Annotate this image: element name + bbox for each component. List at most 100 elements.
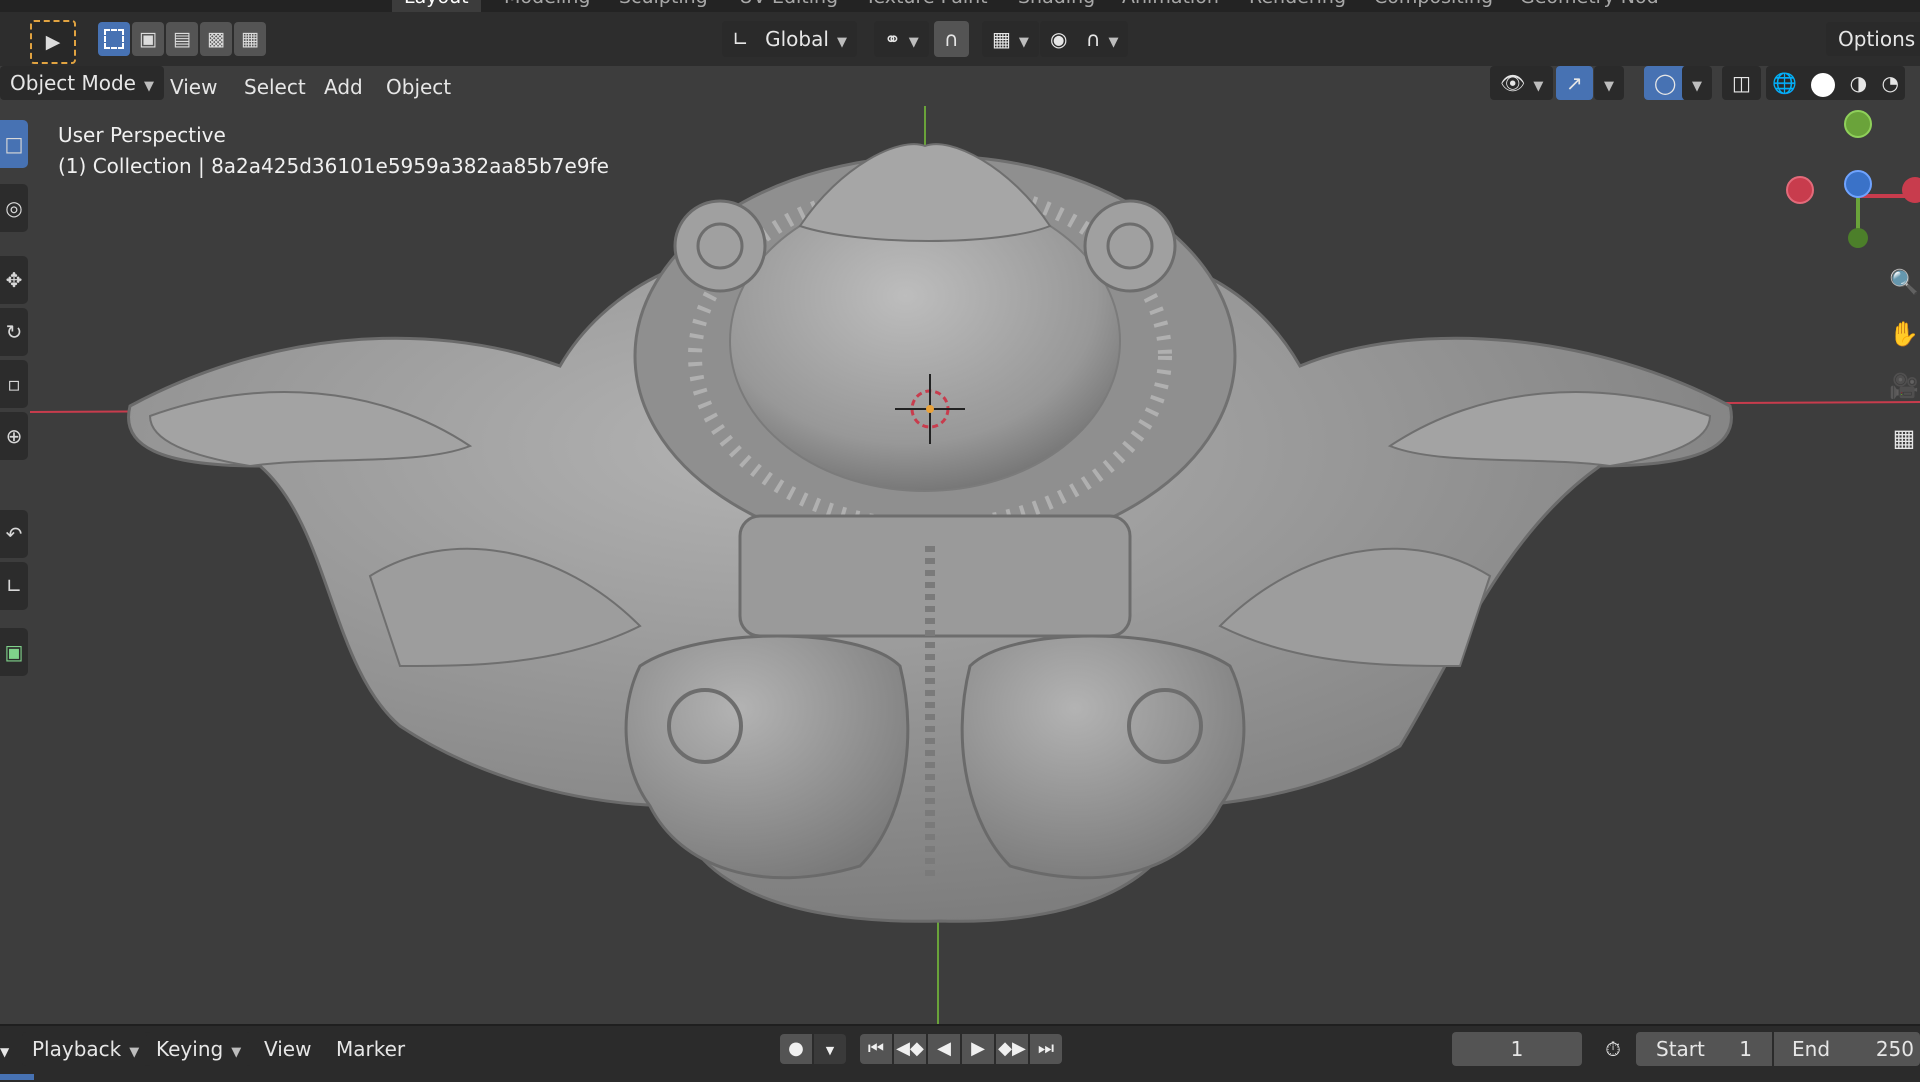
menu-object[interactable]: Object (376, 70, 461, 104)
zoom-button[interactable]: 🔍 (1884, 262, 1920, 302)
record-icon: ● (788, 1038, 804, 1059)
tab-sculpting[interactable]: Sculpting (607, 0, 720, 12)
marker-menu[interactable]: Marker (336, 1032, 405, 1066)
menu-view[interactable]: View (160, 70, 227, 104)
tab-shading[interactable]: Shading (1006, 0, 1107, 12)
select-extend-button[interactable]: ▣ (132, 22, 164, 56)
camera-icon: 🎥 (1889, 372, 1919, 400)
select-box-tool[interactable]: □ (0, 120, 28, 168)
proportional-edit-toggle[interactable]: ◉ ∩ ▼ (1040, 21, 1129, 57)
select-box-mode-button[interactable] (98, 22, 130, 56)
auto-keying-toggle[interactable]: ● (780, 1034, 812, 1064)
stopwatch-icon: ⏱ (1605, 1037, 1621, 1061)
gizmo-icon: ↗ (1566, 71, 1583, 95)
overlay-toggle[interactable]: ◯ (1644, 66, 1687, 100)
rendered-shading-icon[interactable]: ◔ (1881, 71, 1898, 95)
next-keyframe-button[interactable]: ◆▶ (996, 1034, 1028, 1064)
collection-label: (1) Collection | 8a2a425d36101e5959a382a… (58, 154, 609, 178)
chevron-down-icon: ▼ (1604, 79, 1614, 94)
overlay-icon: ◯ (1654, 71, 1677, 95)
move-icon: ✥ (5, 268, 23, 292)
tab-compositing[interactable]: Compositing (1362, 0, 1505, 12)
add-cube-tool[interactable]: ▣ (0, 628, 28, 676)
transform-orientation-dropdown[interactable]: ∟ Global ▼ (722, 21, 857, 57)
tab-rendering[interactable]: Rendering (1237, 0, 1358, 12)
play-reverse-icon: ◀ (937, 1038, 951, 1059)
tab-texture-paint[interactable]: Texture Paint (853, 0, 1000, 12)
cursor-icon: ▶ (45, 31, 61, 53)
gizmo-dropdown[interactable]: ▼ (1594, 66, 1624, 100)
keying-menu[interactable]: Keying ▼ (146, 1032, 252, 1066)
move-tool[interactable]: ✥ (0, 256, 28, 304)
cursor-tool[interactable]: ◎ (0, 184, 28, 232)
xray-toggle[interactable]: ◫ (1722, 66, 1761, 100)
next-keyframe-icon: ◆▶ (998, 1038, 1026, 1059)
current-frame-field[interactable]: 1 (1452, 1032, 1582, 1066)
perspective-label: User Perspective (58, 123, 226, 147)
tab-layout[interactable]: Layout (392, 0, 481, 12)
ornament-model (127, 143, 1733, 923)
end-frame-field[interactable]: End 250 (1774, 1032, 1920, 1066)
tab-uv-editing[interactable]: UV Editing (727, 0, 850, 12)
mode-dropdown[interactable]: Object Mode ▼ (0, 66, 164, 100)
chevron-down-icon: ▼ (0, 1045, 10, 1059)
menu-select[interactable]: Select (234, 70, 316, 104)
pan-button[interactable]: ✋ (1884, 314, 1920, 354)
wireframe-shading-icon[interactable]: 🌐 (1772, 71, 1797, 95)
options-button[interactable]: Options (1826, 22, 1920, 56)
play-reverse-button[interactable]: ◀ (928, 1034, 960, 1064)
chevron-down-icon: ▼ (1018, 35, 1029, 50)
viewport-info: User Perspective (1) Collection | 8a2a42… (58, 120, 609, 182)
jump-start-icon: ⏮ (867, 1038, 885, 1059)
workspace-tabs: Layout Modeling Sculpting UV Editing Tex… (0, 0, 1920, 12)
overlay-dropdown[interactable]: ▼ (1682, 66, 1712, 100)
tab-animation[interactable]: Animation (1110, 0, 1231, 12)
ortho-toggle-button[interactable]: ▦ (1884, 418, 1920, 458)
select-subtract-button[interactable]: ▤ (166, 22, 198, 56)
keying-label: Keying (156, 1037, 224, 1061)
preview-range-toggle[interactable]: ⏱ (1596, 1032, 1630, 1066)
snap-toggle[interactable]: ∩ (934, 21, 969, 57)
play-button[interactable]: ▶ (962, 1034, 994, 1064)
rotate-tool[interactable]: ↻ (0, 308, 28, 356)
pivot-point-dropdown[interactable]: ⚭ ▼ (874, 21, 929, 57)
jump-end-icon: ⏭ (1037, 1038, 1055, 1059)
select-tool-button[interactable]: ▶ (30, 20, 76, 64)
playback-menu[interactable]: Playback ▼ (22, 1032, 150, 1066)
keying-options-dropdown[interactable]: ▼ (814, 1034, 846, 1064)
scale-icon: ▫ (7, 372, 21, 396)
editor-type-dropdown[interactable]: ▼ (0, 1032, 10, 1066)
transform-orientation-label: Global (765, 27, 829, 51)
prev-keyframe-button[interactable]: ◀◆ (894, 1034, 926, 1064)
jump-end-button[interactable]: ⏭ (1030, 1034, 1062, 1064)
shading-mode-group: 🌐 ◑ ◔ (1766, 66, 1905, 100)
transform-icon: ⊕ (5, 424, 23, 448)
measure-icon: ∟ (5, 574, 23, 598)
playback-label: Playback (32, 1037, 122, 1061)
chevron-down-icon: ▼ (836, 35, 847, 50)
snap-target-dropdown[interactable]: ▦ ▼ (982, 21, 1039, 57)
3d-viewport[interactable] (0, 106, 1920, 1024)
tab-modeling[interactable]: Modeling (492, 0, 602, 12)
active-scrollbar-indicator (0, 1074, 34, 1080)
transform-tool[interactable]: ⊕ (0, 412, 28, 460)
menu-add[interactable]: Add (314, 70, 373, 104)
jump-start-button[interactable]: ⏮ (860, 1034, 892, 1064)
timeline-view-menu[interactable]: View (264, 1032, 311, 1066)
solid-shading-icon[interactable] (1811, 72, 1836, 97)
material-shading-icon[interactable]: ◑ (1850, 71, 1867, 95)
camera-view-button[interactable]: 🎥 (1884, 366, 1920, 406)
mode-label: Object Mode (10, 71, 136, 95)
grid-icon: ▦ (1892, 424, 1916, 452)
start-label: Start (1656, 1037, 1705, 1061)
visibility-dropdown[interactable]: 👁 ▼ (1490, 66, 1554, 100)
measure-tool[interactable]: ∟ (0, 562, 28, 610)
scale-tool[interactable]: ▫ (0, 360, 28, 408)
visibility-eye-icon: 👁 (1500, 71, 1526, 95)
start-frame-field[interactable]: Start 1 (1636, 1032, 1772, 1066)
gizmo-toggle[interactable]: ↗ (1556, 66, 1593, 100)
tab-geometry-nodes[interactable]: Geometry Nod (1508, 0, 1671, 12)
select-intersect-button[interactable]: ▦ (234, 22, 266, 56)
annotate-tool[interactable]: ↶ (0, 510, 28, 558)
select-invert-button[interactable]: ▩ (200, 22, 232, 56)
